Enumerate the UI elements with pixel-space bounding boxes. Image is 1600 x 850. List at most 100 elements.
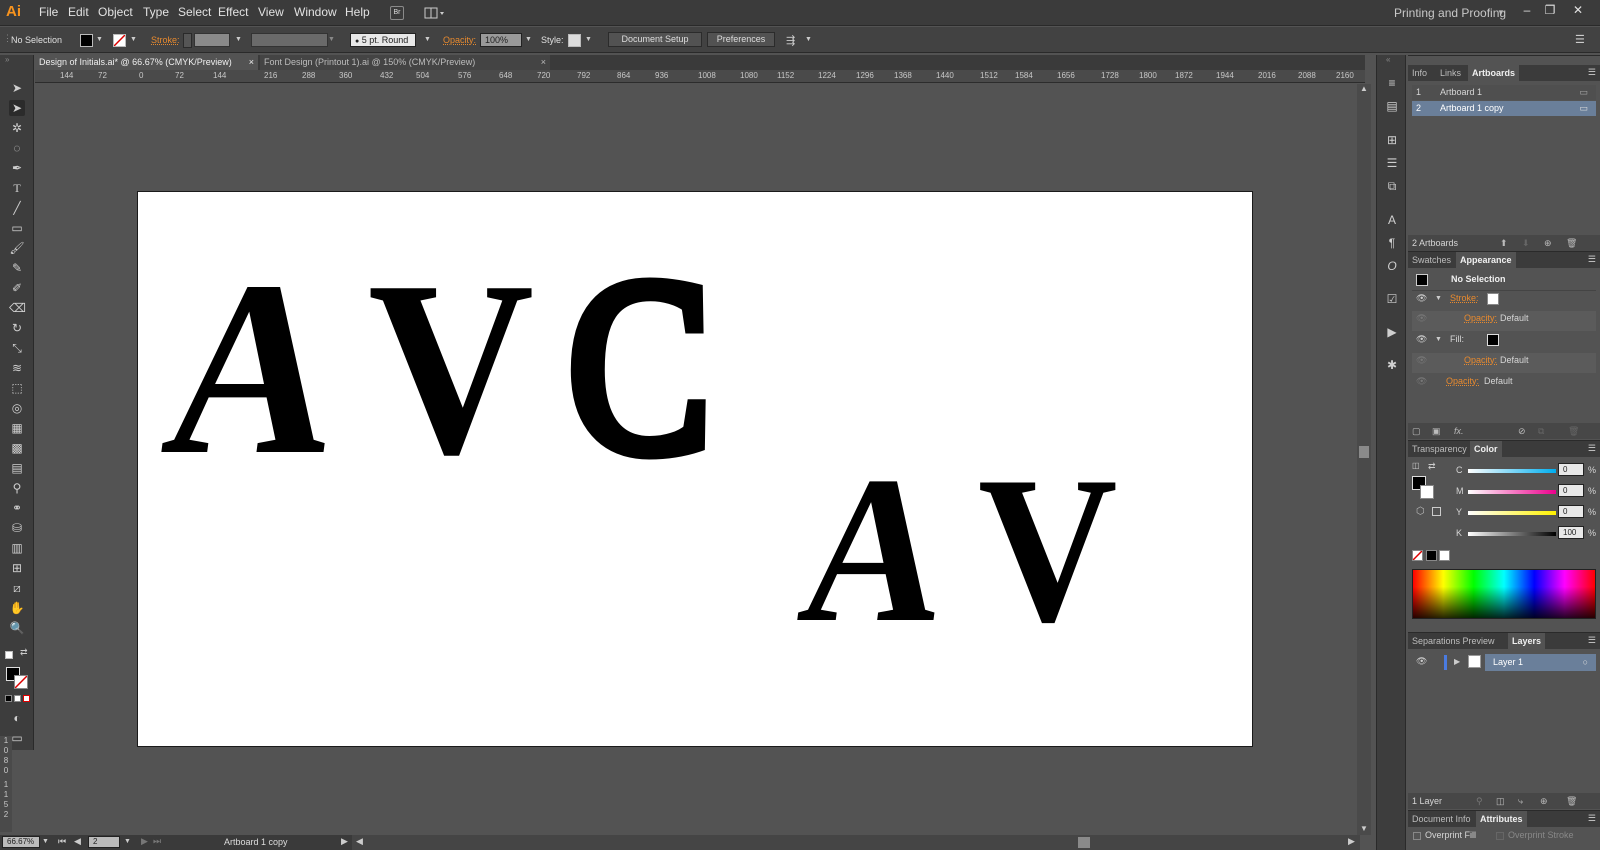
channel-c-input[interactable]: 0 — [1558, 463, 1584, 476]
zoom-level-field[interactable]: 66.67% — [2, 836, 40, 848]
style-chevron-icon[interactable]: ▼ — [585, 36, 592, 43]
character-panel-icon[interactable]: A — [1384, 212, 1400, 228]
drawing-modes-icon[interactable]: ◐ — [9, 710, 25, 726]
fill-row[interactable]: 👁 ▼ Fill: — [1412, 332, 1596, 352]
tab-color[interactable]: Color — [1470, 441, 1502, 457]
channel-y-slider[interactable] — [1468, 511, 1556, 515]
bridge-button[interactable]: Br — [390, 6, 404, 20]
tab-layers[interactable]: Layers — [1508, 633, 1546, 649]
color-mode-icon[interactable] — [5, 695, 12, 702]
color-spectrum[interactable] — [1412, 569, 1596, 619]
menu-window[interactable]: Window — [294, 5, 337, 19]
status-menu-icon[interactable]: ▶ — [341, 836, 348, 847]
move-down-icon[interactable]: ⬇ — [1522, 235, 1530, 251]
workspace-chevron-icon[interactable]: ▼ — [1497, 8, 1505, 17]
document-setup-button[interactable]: Document Setup — [608, 32, 702, 47]
tab-links[interactable]: Links — [1436, 65, 1465, 81]
new-artboard-icon[interactable]: ⊕ — [1544, 235, 1552, 251]
layer-expand-icon[interactable]: ▶ — [1454, 654, 1460, 669]
scroll-up-icon[interactable]: ▲ — [1360, 84, 1368, 93]
add-fill-icon[interactable]: ▣ — [1432, 423, 1441, 439]
transform-panel-icon[interactable]: ⧉ — [1384, 178, 1400, 194]
symbols-panel-icon[interactable]: ✱ — [1384, 357, 1400, 373]
black-color-swatch[interactable] — [1426, 550, 1437, 561]
rectangle-tool-icon[interactable]: ▭ — [9, 220, 25, 236]
zoom-chevron-icon[interactable]: ▼ — [42, 838, 49, 845]
fill-chevron-icon[interactable]: ▼ — [96, 36, 103, 43]
stroke-opacity-row[interactable]: 👁 Opacity: Default — [1412, 311, 1596, 331]
letter-a-small[interactable]: A — [789, 434, 959, 666]
panel-menu-icon[interactable]: ☰ — [1588, 67, 1596, 78]
letter-c-large[interactable]: C — [562, 235, 717, 499]
none-mode-icon[interactable] — [23, 695, 30, 702]
channel-k-slider[interactable] — [1468, 532, 1556, 536]
rotate-tool-icon[interactable]: ↻ — [9, 320, 25, 336]
opacity-attribute-label[interactable]: Opacity: — [1446, 374, 1479, 389]
artboard-tool-icon[interactable]: ⊞ — [9, 560, 25, 576]
restore-button[interactable]: ❐ — [1540, 2, 1560, 18]
tab-transparency[interactable]: Transparency — [1408, 441, 1471, 457]
tab-document-info[interactable]: Document Info — [1408, 811, 1475, 827]
arrange-documents-button[interactable] — [424, 6, 446, 20]
scroll-right-icon[interactable]: ▶ — [1348, 836, 1355, 847]
channel-k-input[interactable]: 100 — [1558, 526, 1584, 539]
add-effect-icon[interactable]: fx. — [1454, 423, 1464, 439]
minimize-button[interactable]: – — [1517, 2, 1537, 18]
align-panel-icon[interactable]: ⊞ — [1384, 132, 1400, 148]
menu-object[interactable]: Object — [98, 5, 133, 19]
menu-type[interactable]: Type — [143, 5, 169, 19]
scroll-down-icon[interactable]: ▼ — [1360, 824, 1368, 833]
variable-width-chevron-icon[interactable]: ▼ — [328, 36, 335, 43]
close-window-button[interactable]: ✕ — [1568, 2, 1588, 18]
panel-menu-icon[interactable]: ☰ — [1588, 635, 1596, 646]
out-of-gamut-icon[interactable]: ⬡ — [1416, 506, 1425, 517]
duplicate-item-icon[interactable]: ⧉ — [1538, 423, 1544, 439]
overprint-stroke-checkbox[interactable] — [1496, 832, 1504, 840]
vertical-scrollbar[interactable]: ▲ ▼ — [1357, 84, 1371, 835]
brush-chevron-icon[interactable]: ▼ — [424, 36, 431, 43]
layer-target-icon[interactable]: ○ — [1583, 654, 1588, 671]
white-color-swatch[interactable] — [1439, 550, 1450, 561]
blend-tool-icon[interactable]: ⚭ — [9, 500, 25, 516]
graphic-style-swatch[interactable] — [568, 34, 581, 47]
paragraph-panel-icon[interactable]: ¶ — [1384, 235, 1400, 251]
locate-object-icon[interactable]: ⚲ — [1476, 793, 1483, 809]
tab-design-of-initials[interactable]: Design of Initials.ai* @ 66.67% (CMYK/Pr… — [35, 55, 258, 70]
layer-row[interactable]: 👁 ▶ Layer 1 ○ — [1412, 654, 1596, 671]
magic-wand-tool-icon[interactable]: ✲ — [9, 120, 25, 136]
color-stroke-box[interactable] — [1420, 485, 1434, 499]
horizontal-ruler[interactable]: 144 72 0 72 144 216 288 360 432 504 576 … — [35, 70, 1365, 83]
menu-file[interactable]: File — [39, 5, 58, 19]
none-color-swatch[interactable] — [1412, 550, 1423, 561]
opacity-input[interactable]: 100% — [480, 33, 522, 47]
stroke-attribute-label[interactable]: Stroke: — [1450, 291, 1479, 306]
stroke-weight-chevron-icon[interactable]: ▼ — [235, 36, 242, 43]
menu-view[interactable]: View — [258, 5, 284, 19]
warp-tool-icon[interactable]: ≋ — [9, 360, 25, 376]
artboard-number-chevron-icon[interactable]: ▼ — [124, 838, 131, 845]
stroke-color-box[interactable] — [14, 675, 28, 689]
expand-triangle-icon[interactable]: ▼ — [1435, 291, 1442, 306]
opacity-label[interactable]: Opacity: — [443, 35, 476, 45]
brush-definition-dropdown[interactable]: ● 5 pt. Round — [350, 33, 416, 47]
symbol-sprayer-tool-icon[interactable]: ⛁ — [9, 520, 25, 536]
next-artboard-icon[interactable]: ▶ — [141, 836, 148, 847]
channel-y-input[interactable]: 0 — [1558, 505, 1584, 518]
last-artboard-icon[interactable]: ⏭ — [153, 836, 161, 847]
delete-artboard-icon[interactable]: 🗑 — [1566, 235, 1577, 251]
stroke-row[interactable]: 👁 ▼ Stroke: — [1412, 290, 1596, 310]
selection-tool-icon[interactable]: ➤ — [9, 80, 25, 96]
visibility-eye-icon[interactable]: 👁 — [1416, 291, 1427, 306]
stroke-weight-field[interactable] — [194, 33, 230, 47]
pencil-tool-icon[interactable]: ✎ — [9, 260, 25, 276]
add-stroke-icon[interactable]: ▢ — [1412, 423, 1421, 439]
tab-separations-preview[interactable]: Separations Preview — [1408, 633, 1499, 649]
pathfinder-panel-icon[interactable]: ☰ — [1384, 155, 1400, 171]
menu-effect[interactable]: Effect — [218, 5, 248, 19]
channel-m-slider[interactable] — [1468, 490, 1556, 494]
tab-attributes[interactable]: Attributes — [1476, 811, 1527, 827]
free-transform-tool-icon[interactable]: ⬚ — [9, 380, 25, 396]
tab-appearance[interactable]: Appearance — [1456, 252, 1516, 268]
artboard-row-selected[interactable]: 2 Artboard 1 copy ▭ — [1412, 101, 1596, 116]
clear-appearance-icon[interactable]: ⊘ — [1518, 423, 1526, 439]
